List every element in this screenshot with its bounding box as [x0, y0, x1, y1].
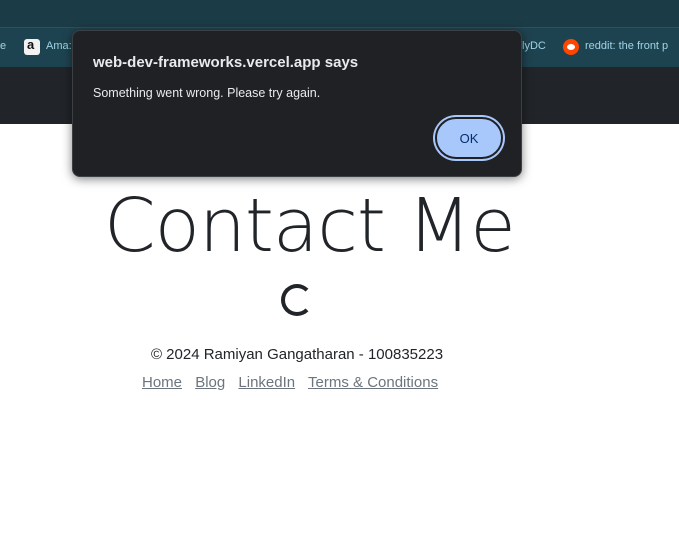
- loading-spinner: [281, 284, 313, 316]
- bookmark-item[interactable]: lyDC: [522, 40, 546, 52]
- ok-button[interactable]: OK: [435, 117, 503, 159]
- footer-copyright: © 2024 Ramiyan Gangatharan - 100835223: [150, 346, 444, 363]
- footer-link-blog[interactable]: Blog: [195, 374, 225, 391]
- bookmark-item[interactable]: e: [0, 40, 6, 52]
- bookmark-item-amazon[interactable]: Ama:: [46, 40, 72, 52]
- footer-link-linkedin[interactable]: LinkedIn: [238, 374, 295, 391]
- browser-titlebar: [0, 0, 679, 27]
- reddit-icon: [563, 39, 579, 55]
- footer-link-home[interactable]: Home: [142, 374, 182, 391]
- amazon-icon: [24, 37, 40, 55]
- footer-link-terms[interactable]: Terms & Conditions: [308, 374, 438, 391]
- bookmark-item-reddit[interactable]: reddit: the front p: [585, 40, 668, 52]
- footer-links: Home Blog LinkedIn Terms & Conditions: [142, 374, 447, 391]
- alert-dialog: web-dev-frameworks.vercel.app says Somet…: [72, 30, 522, 177]
- dialog-title: web-dev-frameworks.vercel.app says: [93, 54, 359, 71]
- dialog-message: Something went wrong. Please try again.: [93, 86, 321, 100]
- page-title: Contact Me: [104, 183, 516, 269]
